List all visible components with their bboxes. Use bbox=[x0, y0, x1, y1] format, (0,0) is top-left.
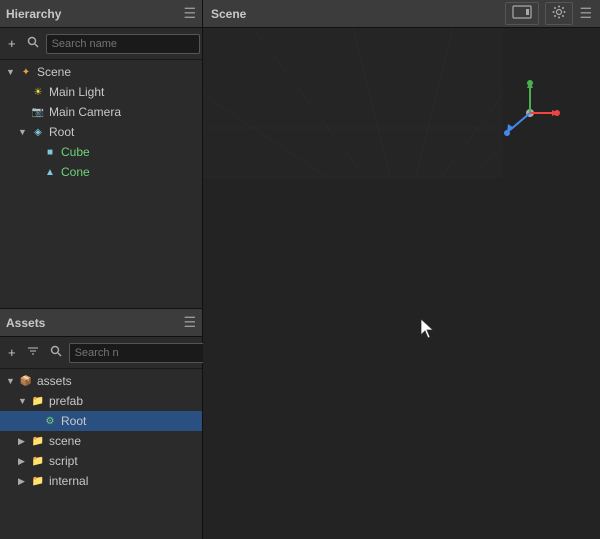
prefab-folder-icon: 📁 bbox=[30, 393, 46, 409]
scene-toolbar: ☰ bbox=[505, 2, 592, 25]
scene-folder-icon: 📁 bbox=[30, 433, 46, 449]
scene-display-button[interactable] bbox=[505, 2, 539, 25]
tree-item-internal-folder[interactable]: ▶ 📁 internal bbox=[0, 471, 202, 491]
tree-item-root-prefab[interactable]: ⚙ Root bbox=[0, 411, 202, 431]
hierarchy-tree: ▼ ✦ Scene ☀ Main Light 📷 Main Camera bbox=[0, 60, 202, 308]
arrow-assets: ▼ bbox=[6, 376, 18, 386]
main-camera-label: Main Camera bbox=[49, 105, 121, 119]
light-icon: ☀ bbox=[30, 84, 46, 100]
tree-item-main-light[interactable]: ☀ Main Light bbox=[0, 82, 202, 102]
internal-folder-label: internal bbox=[49, 474, 88, 488]
root-label: Root bbox=[49, 125, 74, 139]
tree-item-root[interactable]: ▼ ◈ Root bbox=[0, 122, 202, 142]
prefab-label: prefab bbox=[49, 394, 83, 408]
tree-item-assets[interactable]: ▼ 📦 assets bbox=[0, 371, 202, 391]
gameobject-icon: ◈ bbox=[30, 124, 46, 140]
hierarchy-add-button[interactable]: + bbox=[4, 34, 20, 53]
hierarchy-header: Hierarchy ☰ bbox=[0, 0, 202, 28]
assets-toolbar: + ⇲ ↻ bbox=[0, 337, 202, 369]
tree-item-cube[interactable]: ■ Cube bbox=[0, 142, 202, 162]
tree-item-scene[interactable]: ▼ ✦ Scene bbox=[0, 62, 202, 82]
tree-item-main-camera[interactable]: 📷 Main Camera bbox=[0, 102, 202, 122]
main-light-label: Main Light bbox=[49, 85, 104, 99]
arrow-internal-folder: ▶ bbox=[18, 476, 30, 487]
hierarchy-menu-icon[interactable]: ☰ bbox=[183, 5, 196, 22]
assets-search-icon bbox=[50, 345, 62, 357]
hierarchy-search-button[interactable] bbox=[23, 34, 43, 53]
scene-menu-icon[interactable]: ☰ bbox=[579, 5, 592, 22]
arrow-script-folder: ▶ bbox=[18, 456, 30, 467]
cursor-indicator bbox=[421, 319, 437, 342]
arrow-root: ▼ bbox=[18, 127, 30, 137]
assets-header: Assets ☰ bbox=[0, 309, 202, 337]
assets-search-button[interactable] bbox=[46, 343, 66, 362]
camera-icon: 📷 bbox=[30, 104, 46, 120]
tree-item-script-folder[interactable]: ▶ 📁 script bbox=[0, 451, 202, 471]
assets-tree: ▼ 📦 assets ▼ 📁 prefab ⚙ Root bbox=[0, 369, 202, 539]
hierarchy-toolbar: + ⇲ ↻ bbox=[0, 28, 202, 60]
scene-folder-label: scene bbox=[49, 434, 81, 448]
root-prefab-label: Root bbox=[61, 414, 86, 428]
cube-icon: ■ bbox=[42, 144, 58, 160]
cone-label: Cone bbox=[61, 165, 90, 179]
scene-settings-button[interactable] bbox=[545, 2, 573, 25]
arrow-prefab: ▼ bbox=[18, 396, 30, 406]
cursor-svg bbox=[421, 319, 437, 339]
tree-item-scene-folder[interactable]: ▶ 📁 scene bbox=[0, 431, 202, 451]
cube-label: Cube bbox=[61, 145, 90, 159]
scene-gizmo[interactable] bbox=[500, 78, 560, 138]
root-prefab-icon: ⚙ bbox=[42, 413, 58, 429]
scene-icon: ✦ bbox=[18, 64, 34, 80]
assets-title: Assets bbox=[6, 316, 45, 330]
arrow-scene-folder: ▶ bbox=[18, 436, 30, 447]
search-icon bbox=[27, 36, 39, 48]
script-folder-label: script bbox=[49, 454, 78, 468]
hierarchy-search-input[interactable] bbox=[46, 34, 200, 54]
left-panel: Hierarchy ☰ + ⇲ ↻ ▼ bbox=[0, 0, 203, 539]
assets-search-input[interactable] bbox=[69, 343, 223, 363]
settings-icon bbox=[552, 5, 566, 19]
scene-title: Scene bbox=[211, 7, 246, 21]
hierarchy-section: Hierarchy ☰ + ⇲ ↻ ▼ bbox=[0, 0, 202, 309]
arrow-scene: ▼ bbox=[6, 67, 18, 77]
assets-root-icon: 📦 bbox=[18, 373, 34, 389]
gizmo-svg bbox=[500, 78, 560, 138]
scene-header: Scene bbox=[203, 0, 600, 28]
internal-folder-icon: 📁 bbox=[30, 473, 46, 489]
cone-icon: ▲ bbox=[42, 164, 58, 180]
assets-root-label: assets bbox=[37, 374, 72, 388]
script-folder-icon: 📁 bbox=[30, 453, 46, 469]
assets-section: Assets ☰ + bbox=[0, 309, 202, 539]
filter-icon bbox=[27, 345, 39, 357]
assets-menu-icon[interactable]: ☰ bbox=[183, 314, 196, 331]
hierarchy-title: Hierarchy bbox=[6, 7, 61, 21]
tree-item-cone[interactable]: ▲ Cone bbox=[0, 162, 202, 182]
scene-section: Scene bbox=[203, 0, 600, 539]
assets-add-button[interactable]: + bbox=[4, 343, 20, 362]
main-layout: Hierarchy ☰ + ⇲ ↻ ▼ bbox=[0, 0, 600, 539]
tree-item-prefab[interactable]: ▼ 📁 prefab bbox=[0, 391, 202, 411]
assets-filter-button[interactable] bbox=[23, 343, 43, 362]
display-icon bbox=[512, 5, 532, 19]
scene-label: Scene bbox=[37, 65, 71, 79]
scene-grid bbox=[203, 28, 503, 178]
scene-viewport[interactable] bbox=[203, 28, 600, 539]
